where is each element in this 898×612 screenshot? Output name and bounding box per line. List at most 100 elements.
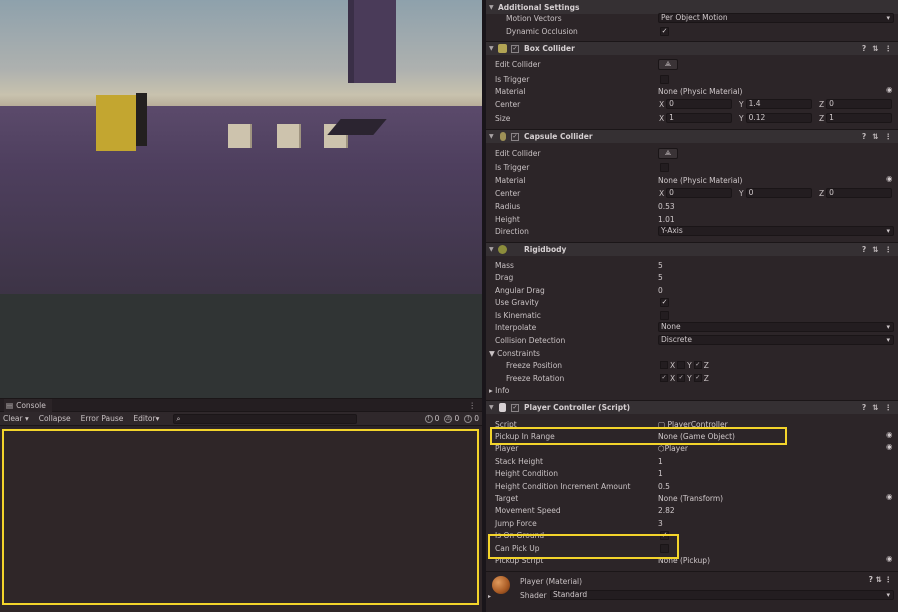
- clear-dropdown-icon[interactable]: ▾: [25, 414, 29, 423]
- size-x[interactable]: X1: [659, 113, 733, 123]
- preset-icon[interactable]: ⇅: [872, 403, 878, 412]
- material-foldout-icon[interactable]: ▸: [488, 593, 491, 600]
- constraints-foldout[interactable]: ▼ Constraints: [489, 349, 540, 358]
- direction-dropdown[interactable]: Y-Axis: [658, 226, 894, 236]
- purple-pillar-object[interactable]: [348, 0, 396, 83]
- material-value[interactable]: None (Physic Material): [658, 87, 743, 96]
- box-collider-header[interactable]: ▼ ✓ Box Collider ? ⇅ ⋮: [486, 41, 898, 55]
- component-menu-icon[interactable]: ⋮: [885, 403, 893, 412]
- help-icon[interactable]: ?: [862, 245, 866, 254]
- constraints-row[interactable]: ▼ Constraints: [486, 347, 898, 359]
- capsule-center-x[interactable]: X0: [659, 188, 733, 198]
- target-field[interactable]: None (Transform): [658, 494, 723, 503]
- foldout-arrow-icon[interactable]: ▼: [489, 133, 494, 140]
- freeze-position-z-checkbox[interactable]: ✓: [693, 361, 702, 369]
- info-count-toggle[interactable]: ! 0: [424, 414, 439, 423]
- capsule-edit-collider-button[interactable]: ⟁: [658, 147, 678, 159]
- freeze-position-y-checkbox[interactable]: [677, 361, 686, 369]
- preset-icon[interactable]: ⇅: [872, 245, 878, 254]
- preset-icon[interactable]: ⇅: [876, 575, 882, 584]
- object-picker-icon[interactable]: ◉: [884, 175, 894, 185]
- capsule-center-x-field[interactable]: 0: [666, 188, 733, 198]
- center-x[interactable]: X0: [659, 99, 733, 109]
- shader-dropdown[interactable]: Standard: [550, 590, 894, 600]
- player-yellow-cube[interactable]: [96, 93, 151, 151]
- size-x-field[interactable]: 1: [666, 113, 733, 123]
- height-field[interactable]: 1.01: [658, 215, 675, 224]
- capsule-center-y-field[interactable]: 0: [745, 188, 812, 198]
- mass-field[interactable]: 5: [658, 261, 663, 270]
- capsule-collider-enabled-checkbox[interactable]: ✓: [511, 132, 519, 141]
- warning-count-toggle[interactable]: ⚠ 0: [444, 414, 459, 423]
- component-menu-icon[interactable]: ⋮: [885, 44, 893, 53]
- edit-collider-button[interactable]: ⟁: [658, 58, 678, 70]
- help-icon[interactable]: ?: [862, 132, 866, 141]
- center-y[interactable]: Y 1.4: [739, 99, 812, 109]
- component-menu-icon[interactable]: ⋮: [885, 575, 893, 584]
- capsule-center-y[interactable]: Y0: [739, 188, 812, 198]
- interpolate-dropdown[interactable]: None: [658, 322, 894, 332]
- error-pause-button[interactable]: Error Pause: [81, 414, 124, 423]
- size-y[interactable]: Y 0.12: [739, 113, 812, 123]
- console-tab[interactable]: ▤ Console: [4, 398, 52, 412]
- pickup-cube-2[interactable]: [277, 124, 299, 148]
- help-icon[interactable]: ?: [869, 575, 873, 584]
- radius-field[interactable]: 0.53: [658, 202, 675, 211]
- object-picker-icon[interactable]: ◉: [884, 493, 894, 503]
- foldout-arrow-icon[interactable]: ▼: [489, 246, 494, 253]
- center-z[interactable]: Z0: [819, 99, 893, 109]
- movement-speed-field[interactable]: 2.82: [658, 506, 675, 515]
- help-icon[interactable]: ?: [862, 44, 866, 53]
- collision-detection-dropdown[interactable]: Discrete: [658, 335, 894, 345]
- drag-field[interactable]: 5: [658, 273, 663, 282]
- object-picker-icon[interactable]: ◉: [884, 443, 894, 453]
- clear-button[interactable]: Clear ▾: [3, 414, 29, 423]
- player-controller-enabled-checkbox[interactable]: ✓: [511, 403, 519, 412]
- object-picker-icon[interactable]: ◉: [884, 431, 894, 441]
- dynamic-occlusion-checkbox[interactable]: ✓: [660, 26, 669, 36]
- scene-view[interactable]: [0, 0, 482, 398]
- info-row[interactable]: ▸ Info: [486, 384, 898, 396]
- freeze-rotation-z-checkbox[interactable]: ✓: [693, 374, 702, 382]
- capsule-center-z-field[interactable]: 0: [826, 188, 893, 198]
- size-z-field[interactable]: 1: [826, 113, 893, 123]
- freeze-rotation-y-checkbox[interactable]: ✓: [677, 374, 686, 382]
- capsule-is-trigger-checkbox[interactable]: [660, 162, 669, 172]
- object-picker-icon[interactable]: ◉: [884, 555, 894, 565]
- object-picker-icon[interactable]: ◉: [884, 86, 894, 96]
- collapse-button[interactable]: Collapse: [39, 414, 71, 423]
- size-y-field[interactable]: 0.12: [745, 113, 812, 123]
- rigidbody-header[interactable]: ▼ Rigidbody ? ⇅ ⋮: [486, 242, 898, 256]
- height-condition-increment-field[interactable]: 0.5: [658, 482, 670, 491]
- component-menu-icon[interactable]: ⋮: [885, 245, 893, 254]
- material-sphere-icon[interactable]: [492, 576, 510, 594]
- is-kinematic-checkbox[interactable]: [660, 310, 669, 320]
- foldout-arrow-icon[interactable]: ▼: [489, 404, 494, 411]
- foldout-arrow-icon[interactable]: ▼: [489, 45, 494, 52]
- console-menu-icon[interactable]: ⋮: [469, 401, 477, 410]
- height-condition-field[interactable]: 1: [658, 469, 663, 478]
- center-y-field[interactable]: 1.4: [745, 99, 812, 109]
- help-icon[interactable]: ?: [862, 403, 866, 412]
- info-foldout[interactable]: ▸ Info: [489, 386, 509, 395]
- stack-height-field[interactable]: 1: [658, 457, 663, 466]
- pickup-cube-1[interactable]: [228, 124, 250, 148]
- foldout-arrow-icon[interactable]: ▼: [489, 4, 494, 11]
- player-controller-header[interactable]: ▼ ✓ Player Controller (Script) ? ⇅ ⋮: [486, 400, 898, 414]
- center-z-field[interactable]: 0: [826, 99, 893, 109]
- size-z[interactable]: Z1: [819, 113, 893, 123]
- freeze-position-x-checkbox[interactable]: [660, 361, 668, 369]
- preset-icon[interactable]: ⇅: [872, 44, 878, 53]
- error-count-toggle[interactable]: ! 0: [464, 414, 479, 423]
- freeze-rotation-x-checkbox[interactable]: ✓: [660, 374, 668, 382]
- box-collider-enabled-checkbox[interactable]: ✓: [511, 44, 519, 53]
- angular-drag-field[interactable]: 0: [658, 286, 663, 295]
- editor-dropdown[interactable]: Editor▾: [133, 414, 159, 423]
- jump-force-field[interactable]: 3: [658, 519, 663, 528]
- motion-vectors-dropdown[interactable]: Per Object Motion: [658, 13, 894, 23]
- capsule-center-z[interactable]: Z0: [819, 188, 893, 198]
- center-x-field[interactable]: 0: [666, 99, 733, 109]
- capsule-collider-header[interactable]: ▼ ✓ Capsule Collider ? ⇅ ⋮: [486, 129, 898, 143]
- use-gravity-checkbox[interactable]: ✓: [660, 297, 669, 307]
- console-search-input[interactable]: ⌕: [173, 413, 358, 424]
